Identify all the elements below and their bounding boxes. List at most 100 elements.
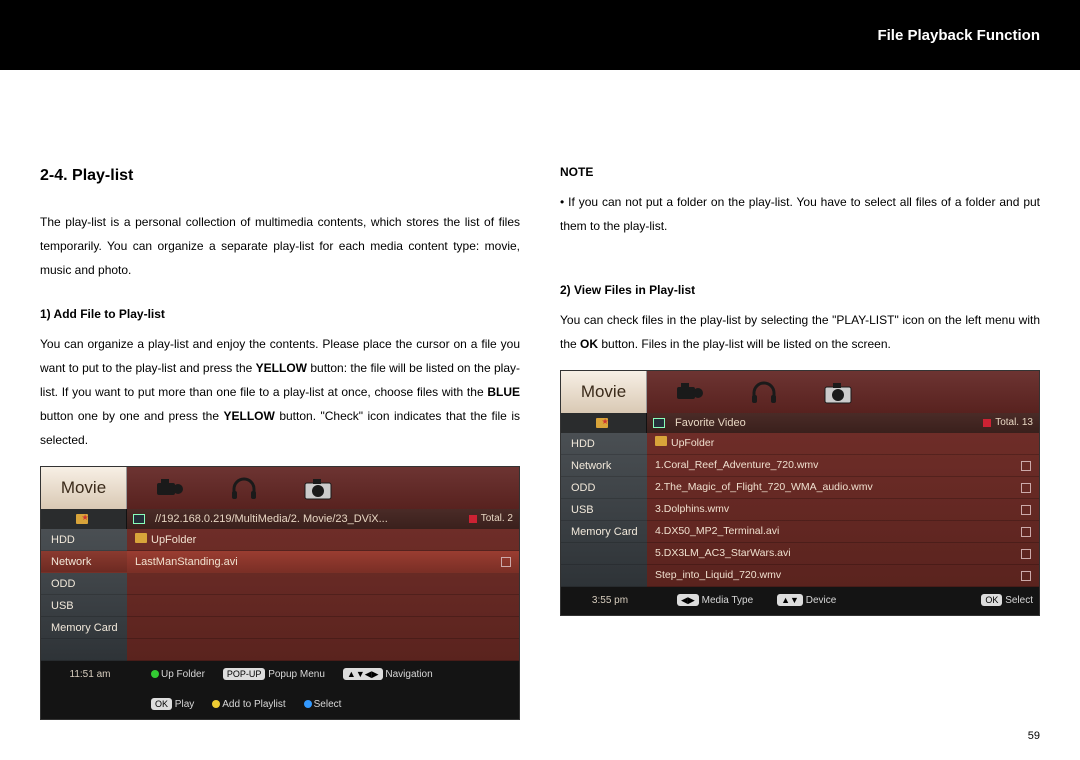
checkbox-icon [1021, 549, 1031, 559]
device-sidebar: HDD Network ODD USB Memory Card [41, 529, 127, 661]
clock: 11:51 am [47, 665, 133, 685]
page-header: File Playback Function [0, 0, 1080, 70]
file-row: Step_into_Liquid_720.wmv [647, 565, 1039, 587]
clock: 3:55 pm [567, 591, 653, 611]
text: button. Files in the play-list will be l… [598, 337, 891, 351]
section-heading: 2-4. Play-list [40, 160, 520, 192]
hint-device: ▲▼ Device [777, 591, 836, 611]
popup-pill: POP-UP [223, 668, 266, 680]
checkbox-icon [1021, 571, 1031, 581]
total-count: Total. 2 [469, 509, 513, 529]
file-name: UpFolder [671, 437, 714, 449]
favorite-row: Favorite Video Total. 13 [561, 413, 1039, 433]
file-list: UpFolder 1.Coral_Reef_Adventure_720.wmv … [647, 433, 1039, 587]
file-name: 5.DX3LM_AC3_StarWars.avi [655, 543, 791, 564]
checkbox-icon [1021, 483, 1031, 493]
hint-text: Navigation [385, 669, 432, 680]
page-content: 2-4. Play-list The play-list is a person… [0, 70, 1080, 720]
camera-icon [303, 475, 333, 501]
hint-text: Up Folder [161, 669, 205, 680]
hint-text: Device [806, 595, 837, 606]
ok-pill: OK [151, 698, 172, 710]
monitor-icon [653, 418, 665, 428]
movie-tab: Movie [41, 467, 127, 509]
hint-popup: POP-UP Popup Menu [223, 665, 325, 685]
file-row: 1.Coral_Reef_Adventure_720.wmv [647, 455, 1039, 477]
lr-pill: ◀▶ [677, 594, 699, 606]
file-row-empty [127, 595, 519, 617]
camera-icon [823, 379, 853, 405]
total-text: Total. 13 [995, 413, 1033, 433]
yellow-keyword-2: YELLOW [224, 409, 275, 423]
file-row: UpFolder [127, 529, 519, 551]
path-cell: //192.168.0.219/MultiMedia/2. Movie/23_D… [127, 509, 519, 529]
monitor-icon [133, 514, 145, 524]
file-name: LastManStanding.avi [135, 551, 238, 573]
page-number: 59 [1028, 730, 1040, 742]
sidebar-item: Network [561, 455, 647, 477]
list-area: HDD Network ODD USB Memory Card UpFolder… [41, 529, 519, 661]
sidebar-spacer [561, 543, 647, 565]
hint-text: Add to Playlist [222, 699, 285, 710]
file-row-empty [127, 617, 519, 639]
yellow-dot-icon [212, 700, 220, 708]
list-area: HDD Network ODD USB Memory Card UpFolder… [561, 433, 1039, 587]
hint-media-type: ◀▶ Media Type [677, 591, 753, 611]
path-text: //192.168.0.219/MultiMedia/2. Movie/23_D… [155, 508, 463, 530]
tab-row: Movie [41, 467, 519, 509]
checkbox-icon [1021, 527, 1031, 537]
total-icon [469, 515, 477, 523]
movie-tab: Movie [561, 371, 647, 413]
checkbox-icon [501, 557, 511, 567]
tab-row: Movie [561, 371, 1039, 413]
sidebar-item: Memory Card [41, 617, 127, 639]
file-row: 2.The_Magic_of_Flight_720_WMA_audio.wmv [647, 477, 1039, 499]
file-name: 4.DX50_MP2_Terminal.avi [655, 521, 779, 542]
sidebar-item: USB [561, 499, 647, 521]
tab-icons [127, 467, 519, 509]
file-name: 1.Coral_Reef_Adventure_720.wmv [655, 455, 818, 476]
sidebar-item: ODD [41, 573, 127, 595]
file-row-empty [127, 639, 519, 661]
star-folder-icon [76, 514, 88, 524]
hint-text: Select [1005, 595, 1033, 606]
hint-text: Popup Menu [268, 669, 325, 680]
subheading-view-files: 2) View Files in Play-list [560, 278, 1040, 302]
screenshot-add-file: Movie //192.168.0.219/MultiMedia/2. Movi… [40, 466, 520, 720]
file-list: UpFolder LastManStanding.avi [127, 529, 519, 661]
note-text: • If you can not put a folder on the pla… [560, 190, 1040, 238]
sidebar-item-selected: Network [41, 551, 127, 573]
hint-navigation: ▲▼◀▶ Navigation [343, 665, 433, 685]
yellow-keyword: YELLOW [256, 361, 307, 375]
hint-select: OK Select [981, 591, 1033, 611]
sidebar-item: HDD [41, 529, 127, 551]
sidebar-item: ODD [561, 477, 647, 499]
sidebar-spacer [41, 639, 127, 661]
ud-pill: ▲▼ [777, 594, 803, 606]
file-row: UpFolder [647, 433, 1039, 455]
text: button one by one and press the [40, 409, 224, 423]
add-file-paragraph: You can organize a play-list and enjoy t… [40, 332, 520, 452]
favorite-cell: Favorite Video Total. 13 [647, 413, 1039, 433]
hint-select: Select [304, 695, 342, 715]
headphones-icon [229, 475, 259, 501]
file-name: 3.Dolphins.wmv [655, 499, 729, 520]
ok-pill: OK [981, 594, 1002, 606]
view-files-paragraph: You can check files in the play-list by … [560, 308, 1040, 356]
playlist-folder-icon [41, 509, 127, 529]
file-name: UpFolder [151, 534, 196, 546]
checkbox-icon [1021, 461, 1031, 471]
blue-keyword: BLUE [487, 385, 520, 399]
nav-pill: ▲▼◀▶ [343, 668, 383, 680]
device-sidebar: HDD Network ODD USB Memory Card [561, 433, 647, 587]
blue-dot-icon [304, 700, 312, 708]
sidebar-item: USB [41, 595, 127, 617]
sidebar-item: Memory Card [561, 521, 647, 543]
sidebar-item: HDD [561, 433, 647, 455]
note-body: If you can not put a folder on the play-… [560, 195, 1040, 233]
hint-text: Play [175, 699, 194, 710]
hint-upfolder: Up Folder [151, 665, 205, 685]
bullet: • [560, 195, 568, 209]
sidebar-spacer [561, 565, 647, 587]
hint-add-playlist: Add to Playlist [212, 695, 285, 715]
